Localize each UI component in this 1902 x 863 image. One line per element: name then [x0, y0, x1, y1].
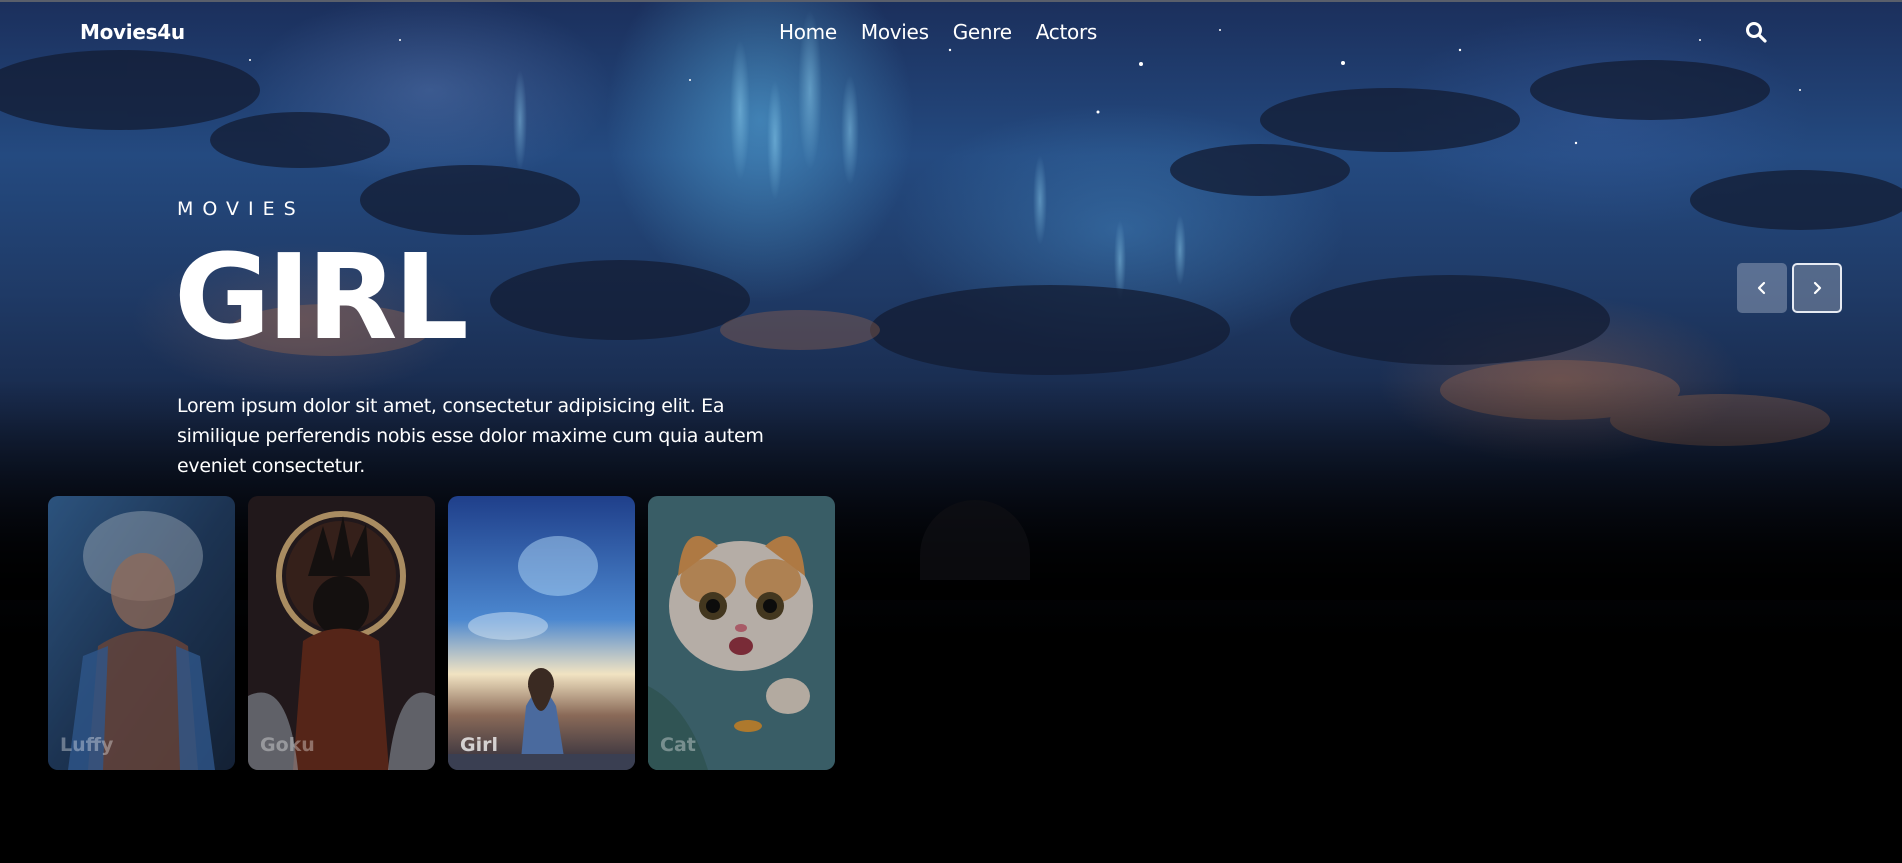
hero-kicker: MOVIES — [177, 198, 305, 220]
next-button[interactable] — [1792, 263, 1842, 313]
nav-genre[interactable]: Genre — [953, 20, 1012, 44]
chevron-right-icon — [1813, 281, 1822, 295]
top-border — [0, 0, 1902, 2]
prev-button[interactable] — [1737, 263, 1787, 313]
site-logo[interactable]: Movies4u — [80, 20, 185, 44]
card-label: Girl — [460, 734, 498, 756]
hero-page: Movies4u Home Movies Genre Actors MOVIES… — [0, 0, 1902, 863]
card-cat[interactable]: Cat — [648, 496, 835, 770]
main-nav: Home Movies Genre Actors — [779, 20, 1097, 44]
thumbnail-list: Luffy Goku Girl Cat — [48, 496, 835, 770]
card-girl-image — [448, 496, 635, 770]
search-button[interactable] — [1744, 20, 1768, 44]
hero-title: GIRL — [174, 228, 469, 366]
search-icon — [1746, 22, 1767, 43]
card-girl[interactable]: Girl — [448, 496, 635, 770]
card-label: Goku — [260, 734, 315, 756]
card-luffy-image — [48, 496, 235, 770]
card-goku[interactable]: Goku — [248, 496, 435, 770]
card-luffy[interactable]: Luffy — [48, 496, 235, 770]
nav-movies[interactable]: Movies — [861, 20, 929, 44]
nav-home[interactable]: Home — [779, 20, 837, 44]
hero-description: Lorem ipsum dolor sit amet, consectetur … — [177, 395, 764, 477]
nav-actors[interactable]: Actors — [1036, 20, 1098, 44]
card-label: Cat — [660, 734, 696, 756]
card-label: Luffy — [60, 734, 114, 756]
card-cat-image — [648, 496, 835, 770]
card-goku-image — [248, 496, 435, 770]
chevron-left-icon — [1757, 281, 1766, 295]
